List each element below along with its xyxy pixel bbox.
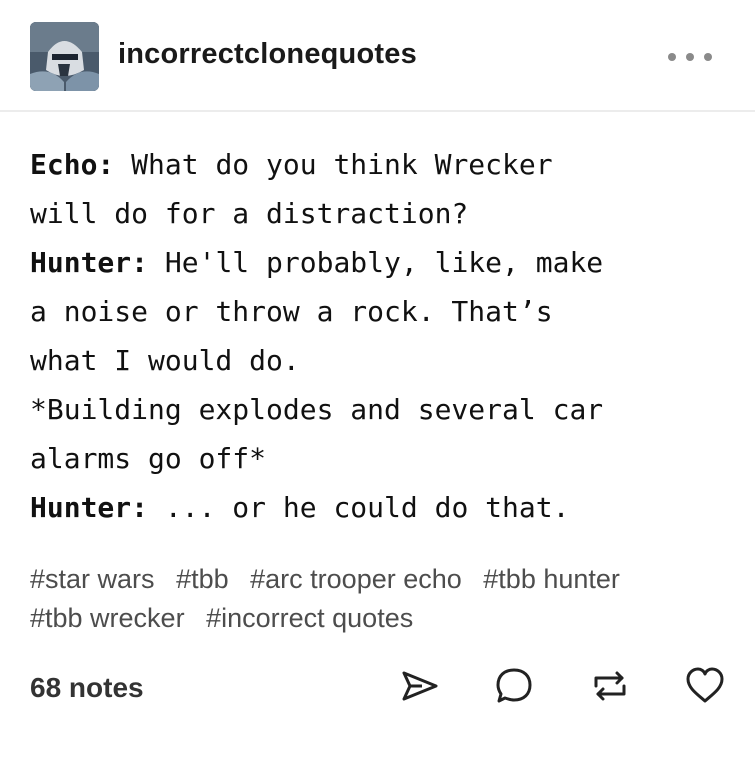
tag-link[interactable]: #star wars (30, 564, 155, 594)
quote-line: what I would do. (30, 336, 730, 385)
quote-line: Echo: What do you think Wrecker (30, 140, 730, 189)
reblog-icon[interactable] (588, 664, 632, 708)
quote-text: a noise or throw a rock. That’s (30, 295, 553, 328)
post-header: incorrectclonequotes (0, 0, 755, 110)
header-divider (0, 110, 755, 112)
quote-text: alarms go off* (30, 442, 267, 475)
quote-text: He'll probably, like, make (148, 246, 604, 279)
quote-text: will do for a distraction? (30, 197, 469, 230)
menu-dot (704, 53, 712, 61)
tag-link[interactable]: #arc trooper echo (250, 564, 462, 594)
tag-link[interactable]: #tbb (176, 564, 229, 594)
more-options-icon[interactable] (668, 48, 712, 66)
quote-line: alarms go off* (30, 434, 730, 483)
menu-dot (686, 53, 694, 61)
menu-dot (668, 53, 676, 61)
tag-list: #star wars #tbb #arc trooper echo #tbb h… (30, 560, 720, 638)
quote-text: *Building explodes and several car (30, 393, 604, 426)
tag-link[interactable]: #incorrect quotes (206, 603, 413, 633)
quote-line: will do for a distraction? (30, 189, 730, 238)
tag-link[interactable]: #tbb hunter (483, 564, 620, 594)
quote-line: Hunter: ... or he could do that. (30, 483, 730, 532)
quote-text: what I would do. (30, 344, 300, 377)
quote-line: a noise or throw a rock. That’s (30, 287, 730, 336)
speaker-name: Hunter: (30, 491, 149, 524)
notes-count[interactable]: 68 notes (30, 672, 144, 704)
quote-line: *Building explodes and several car (30, 385, 730, 434)
avatar[interactable] (30, 22, 99, 91)
reply-icon[interactable] (492, 664, 536, 708)
speaker-name: Hunter: (30, 246, 149, 279)
clone-trooper-avatar-icon (30, 22, 99, 91)
post-body: Echo: What do you think Wrecker will do f… (30, 140, 730, 532)
username[interactable]: incorrectclonequotes (118, 38, 417, 71)
quote-text: ... or he could do that. (148, 491, 570, 524)
quote-text: What do you think Wrecker (114, 148, 553, 181)
share-icon[interactable] (398, 664, 442, 708)
quote-line: Hunter: He'll probably, like, make (30, 238, 730, 287)
like-icon[interactable] (683, 664, 727, 708)
tag-link[interactable]: #tbb wrecker (30, 603, 185, 633)
speaker-name: Echo: (30, 148, 115, 181)
post-footer: 68 notes (0, 660, 755, 720)
